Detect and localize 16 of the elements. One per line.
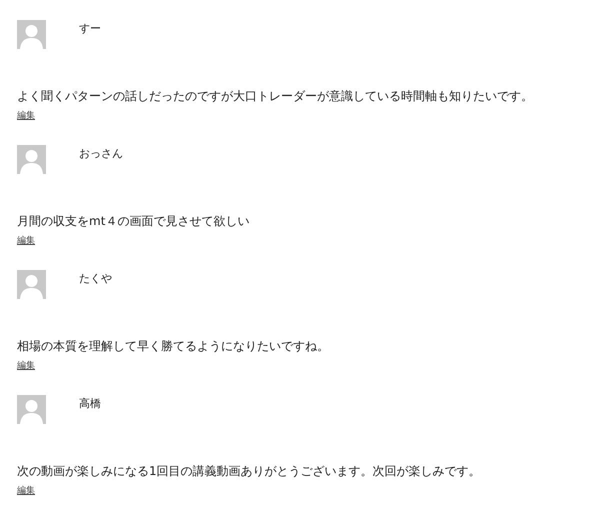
edit-link[interactable]: 編集 [17, 360, 35, 372]
comment-text: 月間の収支をmt４の画面で見させて欲しい [17, 214, 250, 229]
author-name: 高橋 [79, 397, 101, 411]
comment-text: よく聞くパターンの話しだったのですが大口トレーダーが意識している時間軸も知りたいです。 [17, 89, 534, 104]
author-name: おっさん [79, 147, 123, 161]
avatar-icon [17, 395, 46, 424]
author-name: たくや [79, 272, 112, 286]
avatar-icon [17, 20, 46, 49]
edit-link[interactable]: 編集 [17, 110, 35, 122]
author-name: すー [79, 22, 101, 36]
avatar-icon [17, 145, 46, 174]
edit-link[interactable]: 編集 [17, 485, 35, 497]
comment-text: 相場の本質を理解して早く勝てるようになりたいですね。 [17, 339, 330, 354]
avatar-icon [17, 270, 46, 299]
comment-text: 次の動画が楽しみになる1回目の講義動画ありがとうございます。次回が楽しみです。 [17, 464, 482, 479]
edit-link[interactable]: 編集 [17, 235, 35, 247]
